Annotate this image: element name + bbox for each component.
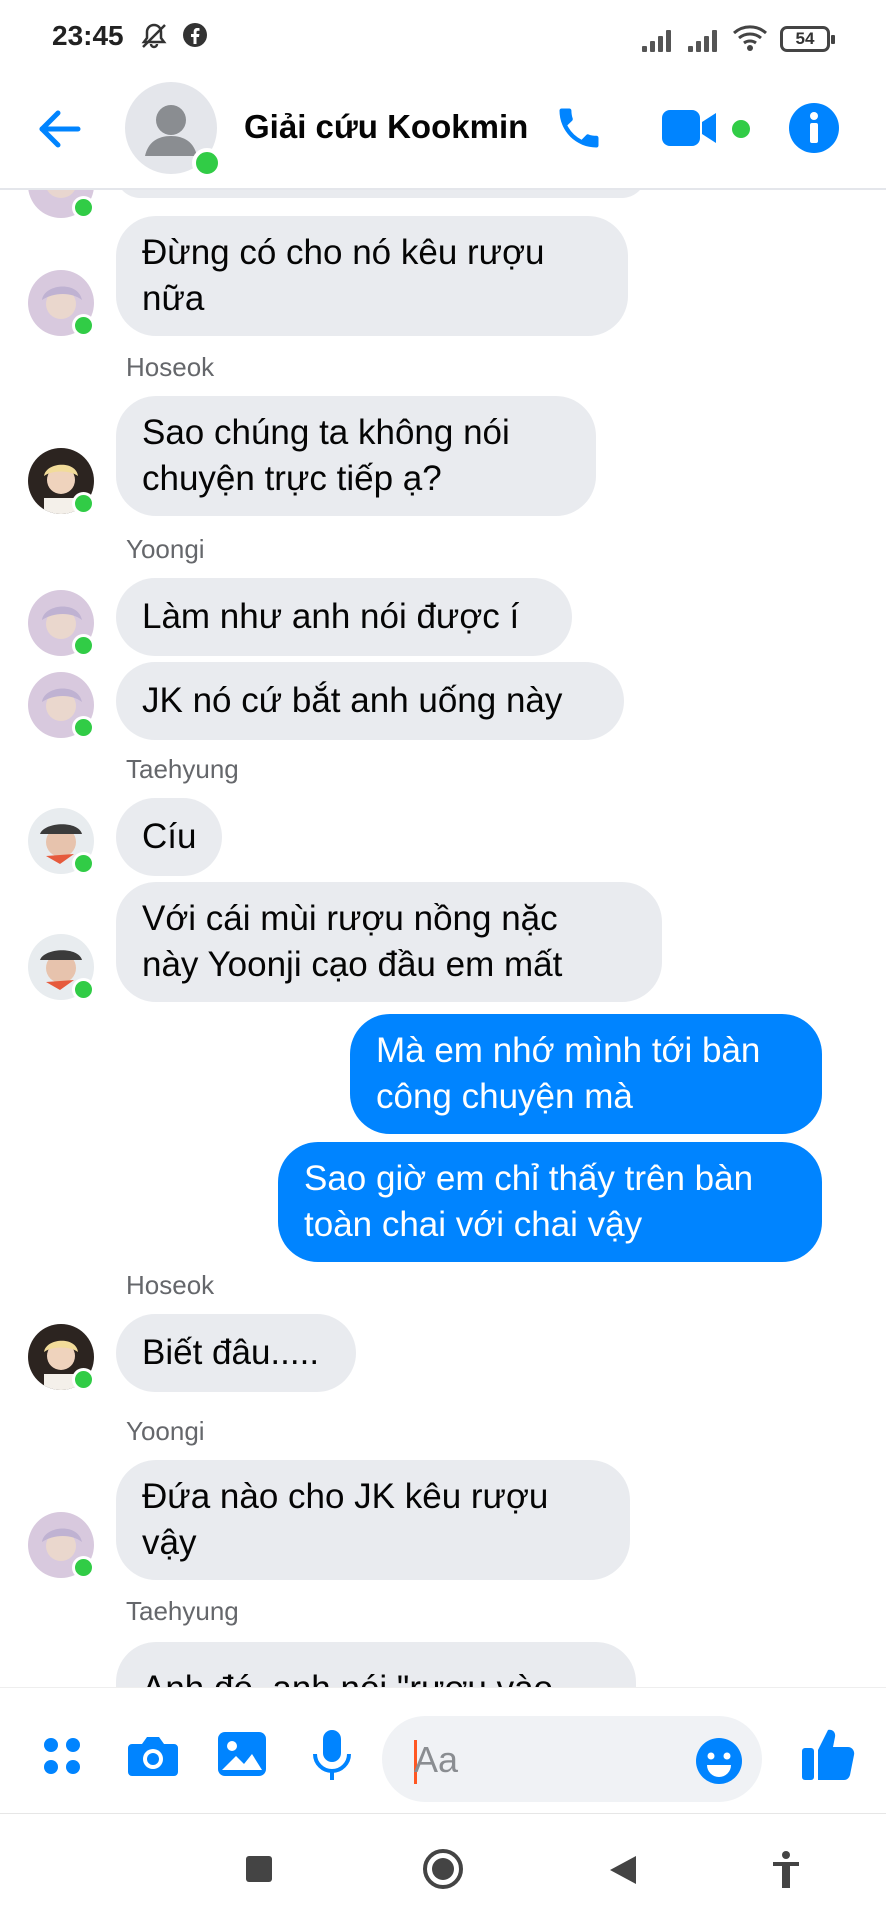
message-bubble[interactable]: Với cái mùi rượu nồng nặc này Yoonji cạo… <box>116 882 662 1002</box>
my-message-bubble[interactable]: Mà em nhớ mình tới bàn công chuyện mà <box>350 1014 822 1134</box>
facebook-icon <box>183 23 207 47</box>
wifi-icon <box>733 25 767 51</box>
system-nav-bar <box>0 1813 886 1921</box>
sender-name: Yoongi <box>126 1416 205 1446</box>
message-input-placeholder: Aa <box>414 1739 459 1780</box>
message-input[interactable]: Aa <box>382 1716 762 1802</box>
sender-name: Yoongi <box>126 534 205 564</box>
avatar-yoongi[interactable] <box>28 590 98 660</box>
home-button[interactable] <box>422 1848 464 1890</box>
battery-indicator: 54 <box>780 26 835 52</box>
composer-bar: Aa <box>0 1687 886 1814</box>
message-bubble[interactable]: Anh đó, anh nói "rượu vào <box>116 1642 636 1687</box>
status-bar: 23:45 54 <box>0 0 886 76</box>
microphone-icon[interactable] <box>310 1728 354 1782</box>
signal-icon-2 <box>688 26 722 52</box>
message-bubble-partial[interactable] <box>116 190 646 198</box>
back-arrow-icon[interactable] <box>34 104 84 154</box>
message-bubble[interactable]: Đứa nào cho JK kêu rượu vậy <box>116 1460 630 1580</box>
sender-name: Hoseok <box>126 1270 215 1300</box>
sender-name: Hoseok <box>126 352 215 382</box>
avatar-yoongi[interactable] <box>28 190 98 222</box>
message-bubble[interactable]: Đừng có cho nó kêu rượu nữa <box>116 216 628 336</box>
accessibility-icon[interactable] <box>770 1850 802 1890</box>
camera-icon[interactable] <box>126 1732 180 1780</box>
message-bubble[interactable]: Biết đâu..... <box>116 1314 356 1392</box>
emoji-icon[interactable] <box>694 1736 744 1786</box>
back-button[interactable] <box>608 1854 638 1886</box>
status-time: 23:45 <box>52 20 124 51</box>
signal-icon <box>642 26 676 52</box>
avatar-hoseok[interactable] <box>28 1324 98 1394</box>
muted-bell-icon <box>141 23 167 49</box>
video-call-icon[interactable] <box>660 106 720 150</box>
message-bubble[interactable]: Sao chúng ta không nói chuyện trực tiếp … <box>116 396 596 516</box>
recents-button[interactable] <box>246 1856 272 1882</box>
conversation-header: Giải cứu Kookmin <box>0 76 886 188</box>
avatar-yoongi[interactable] <box>28 672 98 742</box>
message-bubble[interactable]: JK nó cứ bắt anh uống này <box>116 662 624 740</box>
conversation-title[interactable]: Giải cứu Kookmin <box>244 108 528 146</box>
message-bubble[interactable]: Cíu <box>116 798 222 876</box>
like-thumb-icon[interactable] <box>800 1724 856 1782</box>
video-active-dot <box>732 120 750 138</box>
sender-name: Taehyung <box>126 1596 239 1626</box>
avatar-taehyung[interactable] <box>28 934 98 1004</box>
message-bubble[interactable]: Làm như anh nói được í <box>116 578 572 656</box>
apps-grid-icon[interactable] <box>40 1734 84 1778</box>
message-list[interactable]: Đừng có cho nó kêu rượu nữa Hoseok Sao c… <box>0 190 886 1687</box>
my-message-bubble[interactable]: Sao giờ em chỉ thấy trên bàn toàn chai v… <box>278 1142 822 1262</box>
online-indicator <box>192 148 222 178</box>
phone-icon[interactable] <box>553 102 605 154</box>
info-icon[interactable] <box>788 102 840 154</box>
avatar-hoseok[interactable] <box>28 448 98 518</box>
sender-name: Taehyung <box>126 754 239 784</box>
avatar-taehyung[interactable] <box>28 808 98 878</box>
avatar-yoongi[interactable] <box>28 1512 98 1582</box>
avatar-yoongi[interactable] <box>28 270 98 340</box>
gallery-icon[interactable] <box>216 1730 268 1778</box>
